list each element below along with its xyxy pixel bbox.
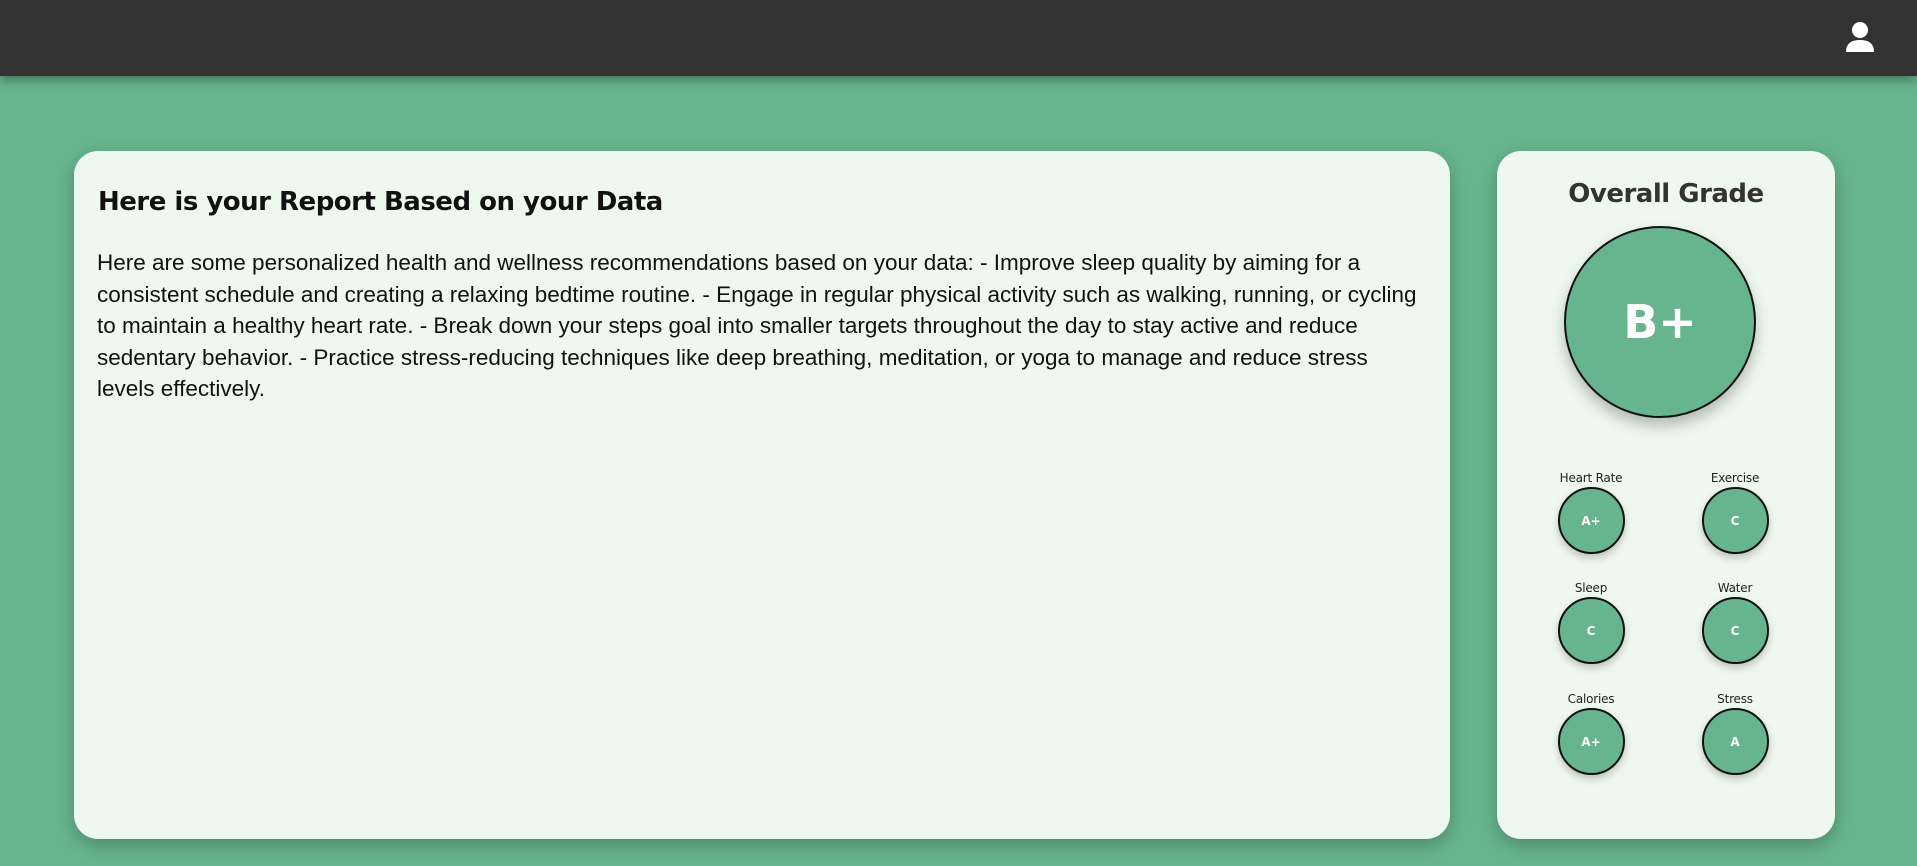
metric-exercise: Exercise C [1685,470,1785,554]
metric-label: Water [1717,581,1753,595]
grade-card: Overall Grade B+ Heart Rate A+ Exercise … [1497,151,1835,839]
metric-label: Exercise [1710,471,1760,485]
overall-grade-title: Overall Grade [1568,179,1764,209]
metric-label: Heart Rate [1559,471,1623,485]
report-body: Here are some personalized health and we… [97,250,1417,401]
report-card: Here is your Report Based on your Data H… [74,151,1450,839]
metric-grade-circle[interactable]: C [1701,597,1769,664]
metric-grade-circle[interactable]: C [1557,597,1625,664]
metric-grade-circle[interactable]: A [1701,708,1769,775]
metric-calories: Calories A+ [1541,691,1641,775]
user-profile-button[interactable] [1843,20,1877,56]
top-bar [0,0,1917,76]
overall-grade-circle[interactable]: B+ [1564,226,1756,418]
metric-water: Water C [1685,580,1785,664]
metric-label: Calories [1567,692,1615,706]
user-icon [1846,22,1874,52]
metric-stress: Stress A [1685,691,1785,775]
metric-label: Stress [1717,692,1753,706]
metric-grade-circle[interactable]: C [1701,487,1769,554]
metric-heart-rate: Heart Rate A+ [1541,470,1641,554]
report-title: Here is your Report Based on your Data [98,187,663,217]
metric-sleep: Sleep C [1541,580,1641,664]
metric-grade-circle[interactable]: A+ [1557,708,1625,775]
metric-label: Sleep [1574,581,1608,595]
metric-grade-circle[interactable]: A+ [1557,487,1625,554]
